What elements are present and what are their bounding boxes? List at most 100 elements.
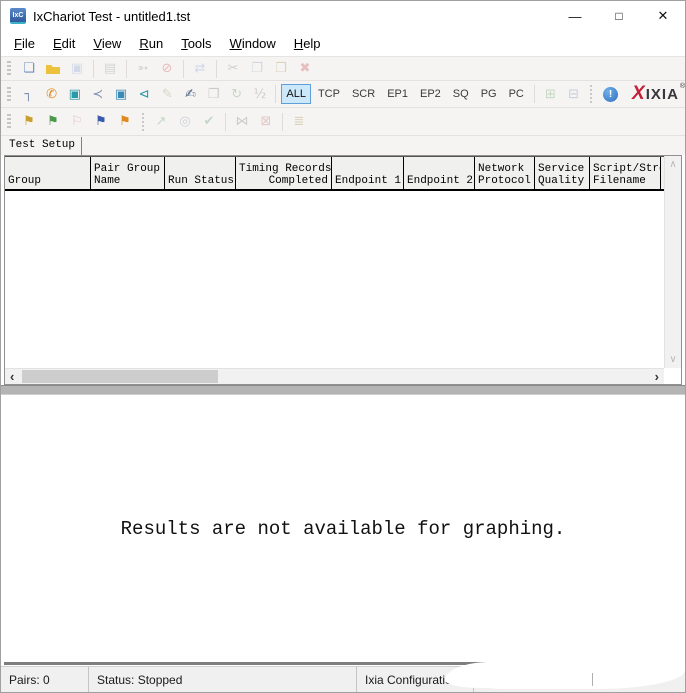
filter-tcp-button[interactable]: TCP — [313, 84, 345, 104]
test-pairs-flag-icon[interactable]: ⚑ — [89, 112, 113, 132]
menu-run[interactable]: Run — [130, 33, 172, 54]
graph-unavailable-message: Results are not available for graphing. — [121, 518, 566, 540]
toolbar-separator — [275, 85, 276, 103]
column-header-run-status[interactable]: Run Status — [165, 157, 236, 189]
column-header-group[interactable]: Group — [5, 157, 91, 189]
pair-verify-icon: ✔ — [197, 112, 221, 132]
pair-table: GroupPair GroupNameRun StatusTiming Reco… — [4, 155, 682, 385]
tab-test-setup[interactable]: Test Setup — [3, 137, 82, 155]
minimize-icon[interactable]: — — [553, 1, 597, 31]
menu-edit[interactable]: Edit — [44, 33, 84, 54]
tab-strip: Test Setup — [1, 136, 685, 155]
scroll-left-icon[interactable]: ‹ — [5, 369, 19, 384]
paste-icon: ❒ — [269, 59, 293, 79]
replicate-pair-icon: ❐ — [202, 84, 225, 104]
column-header-script-stream-filename[interactable]: Script/StreamFilename — [590, 157, 661, 189]
new-test-icon[interactable]: ❏ — [17, 59, 41, 79]
toolbar-grip[interactable] — [7, 61, 11, 76]
toolbar-grip[interactable] — [7, 87, 11, 102]
graph-pane: Results are not available for graphing. — [1, 395, 685, 662]
column-header-service-quality[interactable]: ServiceQuality — [535, 157, 590, 189]
add-multicast-group-icon[interactable]: ≺ — [86, 84, 109, 104]
window-title: IxChariot Test - untitled1.tst — [33, 9, 190, 24]
filter-scr-button[interactable]: SCR — [347, 84, 380, 104]
about-info-icon[interactable]: ! — [603, 87, 618, 102]
menu-window[interactable]: Window — [221, 33, 285, 54]
toolbar-separator — [590, 85, 592, 103]
status-pairs: Pairs: 0 — [1, 667, 89, 692]
run-test-icon: ➳ — [131, 59, 155, 79]
add-video-pair-icon[interactable]: ▣ — [63, 84, 86, 104]
add-video-multicast-icon[interactable]: ▣ — [109, 84, 132, 104]
app-window: IxC IxChariot Test - untitled1.tst — □ ✕… — [0, 0, 686, 693]
close-icon[interactable]: ✕ — [641, 1, 685, 31]
renumber-pairs-icon: ½ — [248, 84, 271, 104]
maximize-icon[interactable]: □ — [597, 1, 641, 31]
toolbar-grip[interactable] — [7, 114, 11, 129]
test-voip-flag-icon[interactable]: ⚑ — [113, 112, 137, 132]
cut-icon: ✂ — [221, 59, 245, 79]
filter-pc-button[interactable]: PC — [504, 84, 529, 104]
filter-ep2-button[interactable]: EP2 — [415, 84, 446, 104]
horizontal-scrollbar[interactable]: ‹ › — [5, 368, 664, 384]
reload-pairs-icon: ⇄ — [188, 59, 212, 79]
title-bar: IxC IxChariot Test - untitled1.tst — □ ✕ — [1, 1, 685, 31]
toolbar-test: ⚑⚑⚐⚑⚑↗◎✔⋈⊠≣ — [1, 108, 685, 136]
menu-tools[interactable]: Tools — [172, 33, 220, 54]
statusbar-separator — [592, 673, 593, 686]
filter-sq-button[interactable]: SQ — [448, 84, 474, 104]
pair-link-icon: ↗ — [149, 112, 173, 132]
edit-pair-icon: ✎ — [156, 84, 179, 104]
add-hardware-pair-icon[interactable]: ✍ — [179, 84, 202, 104]
horizontal-scroll-thumb[interactable] — [22, 370, 218, 383]
filter-all-button[interactable]: ALL — [281, 84, 311, 104]
status-run-state: Status: Stopped — [89, 667, 357, 692]
toolbar-separator — [225, 113, 226, 131]
pane-splitter[interactable] — [1, 385, 685, 395]
pair-table-header: GroupPair GroupNameRun StatusTiming Reco… — [5, 156, 664, 191]
add-voip-pair-icon[interactable]: ✆ — [40, 84, 63, 104]
stop-test-icon: ⊘ — [155, 59, 179, 79]
pair-view-icon: ◎ — [173, 112, 197, 132]
save-test-icon: ▣ — [65, 59, 89, 79]
app-icon: IxC — [10, 8, 26, 24]
print-icon: ▤ — [98, 59, 122, 79]
delete-icon: ✖ — [293, 59, 317, 79]
pair-join-icon: ⋈ — [230, 112, 254, 132]
add-pair-icon[interactable]: ┐ — [17, 84, 40, 104]
toolbar-separator — [93, 60, 94, 78]
toolbar-separator — [216, 60, 217, 78]
test-folder-flag-icon[interactable]: ⚑ — [17, 112, 41, 132]
menu-help[interactable]: Help — [285, 33, 330, 54]
toolbar-file: ❏▣▤➳⊘⇄✂❐❒✖ — [1, 57, 685, 81]
scroll-up-icon[interactable]: ∧ — [669, 156, 676, 173]
filter-pg-button[interactable]: PG — [476, 84, 502, 104]
toolbar-separator — [142, 113, 144, 131]
test-wizard-flag-icon[interactable]: ⚑ — [41, 112, 65, 132]
window-controls: — □ ✕ — [553, 1, 685, 31]
vertical-scrollbar[interactable]: ∧ ∨ — [664, 156, 681, 368]
pair-split-icon: ⊠ — [254, 112, 278, 132]
add-voip-multicast-icon[interactable]: ⊲ — [133, 84, 156, 104]
column-header-network-protocol[interactable]: NetworkProtocol — [475, 157, 535, 189]
toolbar-separator — [282, 113, 283, 131]
column-header-timing-records-completed[interactable]: Timing RecordsCompleted — [236, 157, 332, 189]
scroll-down-icon[interactable]: ∨ — [669, 351, 676, 368]
pair-table-body[interactable] — [5, 191, 664, 368]
toolbar-separator — [534, 85, 535, 103]
scroll-right-icon[interactable]: › — [650, 369, 664, 384]
column-header-endpoint-2[interactable]: Endpoint 2 — [404, 157, 475, 189]
swap-endpoints-icon: ↻ — [225, 84, 248, 104]
column-header-pair-group-name[interactable]: Pair GroupName — [91, 157, 165, 189]
menu-file[interactable]: File — [5, 33, 44, 54]
menu-view[interactable]: View — [84, 33, 130, 54]
test-clear-flag-icon: ⚐ — [65, 112, 89, 132]
filter-ep1-button[interactable]: EP1 — [382, 84, 413, 104]
add-endpoint-list-icon: ⊞ — [539, 84, 562, 104]
toolbar-pairs: ┐✆▣≺▣⊲✎✍❐↻½ALLTCPSCREP1EP2SQPGPC⊞⊟!XIXIA… — [1, 81, 685, 108]
pair-stack-icon: ≣ — [287, 112, 311, 132]
toolbar-separator — [126, 60, 127, 78]
open-test-icon[interactable] — [41, 59, 65, 79]
column-header-endpoint-1[interactable]: Endpoint 1 — [332, 157, 404, 189]
ixia-logo: XIXIA® — [632, 83, 685, 105]
